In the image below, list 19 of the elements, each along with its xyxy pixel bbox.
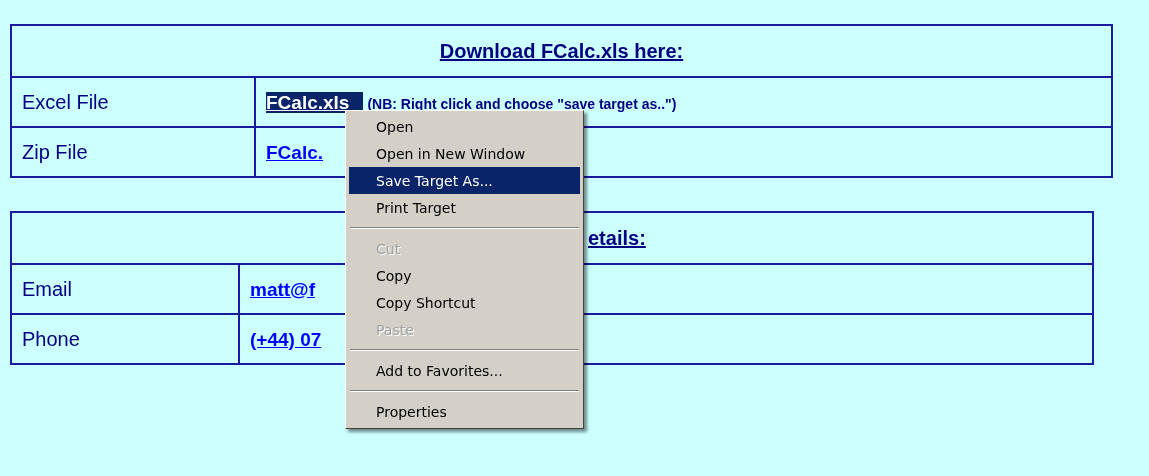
note-text: (NB: Right click and choose "save target as..") [367,95,677,112]
contact-link[interactable]: (+44) 07 [250,328,322,350]
file-link[interactable]: FCalc.xls [266,91,364,113]
row-label: Excel File [22,90,109,113]
menu-item[interactable]: Copy Shortcut [349,289,580,316]
menu-item[interactable]: Properties [349,398,580,425]
menu-item[interactable]: Copy [349,262,580,289]
row-label: Email [22,277,72,300]
menu-item[interactable]: Open in New Window [349,140,580,167]
row-label: Zip File [22,140,88,163]
table-title: etails: [588,226,646,249]
file-link[interactable]: FCalc. [266,141,324,163]
menu-item[interactable]: Print Target [349,194,580,221]
row-label: Phone [22,327,80,350]
menu-item[interactable]: Open [349,113,580,140]
table-title: Download FCalc.xls here: [439,39,684,62]
menu-item[interactable]: Save Target As... [349,167,580,194]
menu-item[interactable]: Add to Favorites... [349,357,580,384]
contact-link[interactable]: matt@f [250,278,315,300]
